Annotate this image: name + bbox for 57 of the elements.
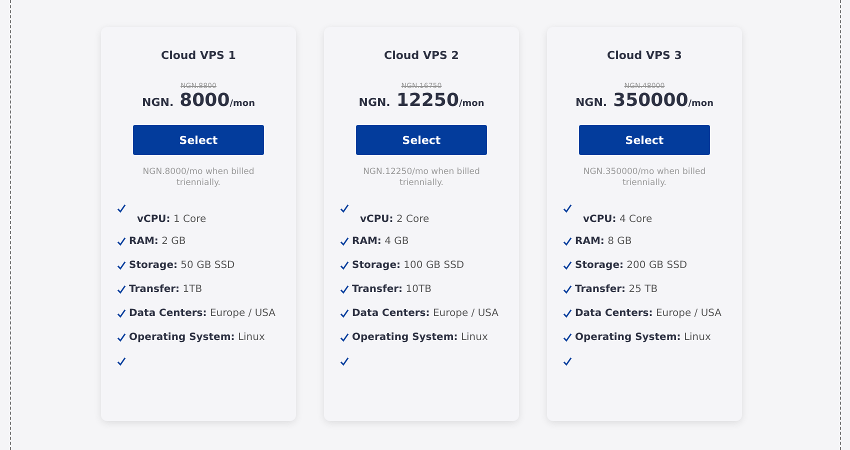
feature-text: Transfer: 25 TB [575,284,658,295]
price: 8000 [180,90,230,111]
currency: NGN. [575,96,608,109]
billing-note: NGN.12250/mo when billed triennially. [362,167,481,189]
feature-text: Data Centers: Europe / USA [352,308,499,319]
plan-title: Cloud VPS 1 [161,49,236,62]
check-icon [563,285,572,294]
price-period: /mon [458,99,484,109]
price: 350000 [613,90,688,111]
plan-title: Cloud VPS 2 [384,49,459,62]
check-icon [117,285,126,294]
feature-text: vCPU: 1 Core [136,214,208,225]
feature-text: RAM: 2 GB [129,236,186,247]
currency: NGN. [358,96,390,109]
select-button[interactable]: Select [133,125,264,155]
check-icon [340,204,349,213]
check-icon [340,261,349,270]
feature-text: Data Centers: Europe / USA [129,308,276,319]
check-icon [117,357,126,366]
check-icon [340,237,349,246]
check-icon [340,357,349,366]
check-icon [563,261,572,270]
currency: NGN. [142,96,174,109]
check-icon [117,261,126,270]
feature-text: Data Centers: Europe / USA [575,308,722,319]
check-icon [340,309,349,318]
feature-text: Storage: 100 GB SSD [352,260,464,271]
feature-text: Storage: 200 GB SSD [575,260,688,271]
feature-text: Transfer: 10TB [352,284,432,295]
select-button[interactable]: Select [579,125,710,155]
feature-text: vCPU: 2 Core [359,214,430,225]
check-icon [117,204,126,213]
price: 12250 [396,90,459,111]
select-button[interactable]: Select [356,125,487,155]
check-icon [340,333,349,342]
feature-text: Operating System: Linux [352,332,488,343]
check-icon [117,309,126,318]
check-icon [563,309,572,318]
check-icon [563,357,572,366]
check-icon [563,204,572,213]
check-icon [563,237,572,246]
check-icon [563,333,572,342]
check-icon [340,285,349,294]
price-period: /mon [688,99,714,109]
billing-note: NGN.350000/mo when billed triennially. [582,167,707,189]
feature-text: Transfer: 1TB [129,284,202,295]
feature-text: RAM: 4 GB [352,236,409,247]
check-icon [117,237,126,246]
price-period: /mon [230,99,255,109]
billing-note: NGN.8000/mo when billed triennially. [142,167,256,189]
feature-text: Operating System: Linux [575,332,711,343]
feature-text: vCPU: 4 Core [582,214,654,225]
feature-text: Storage: 50 GB SSD [129,260,235,271]
feature-text: Operating System: Linux [129,332,265,343]
plan-title: Cloud VPS 3 [607,49,682,62]
feature-text: RAM: 8 GB [575,236,632,247]
check-icon [117,333,126,342]
